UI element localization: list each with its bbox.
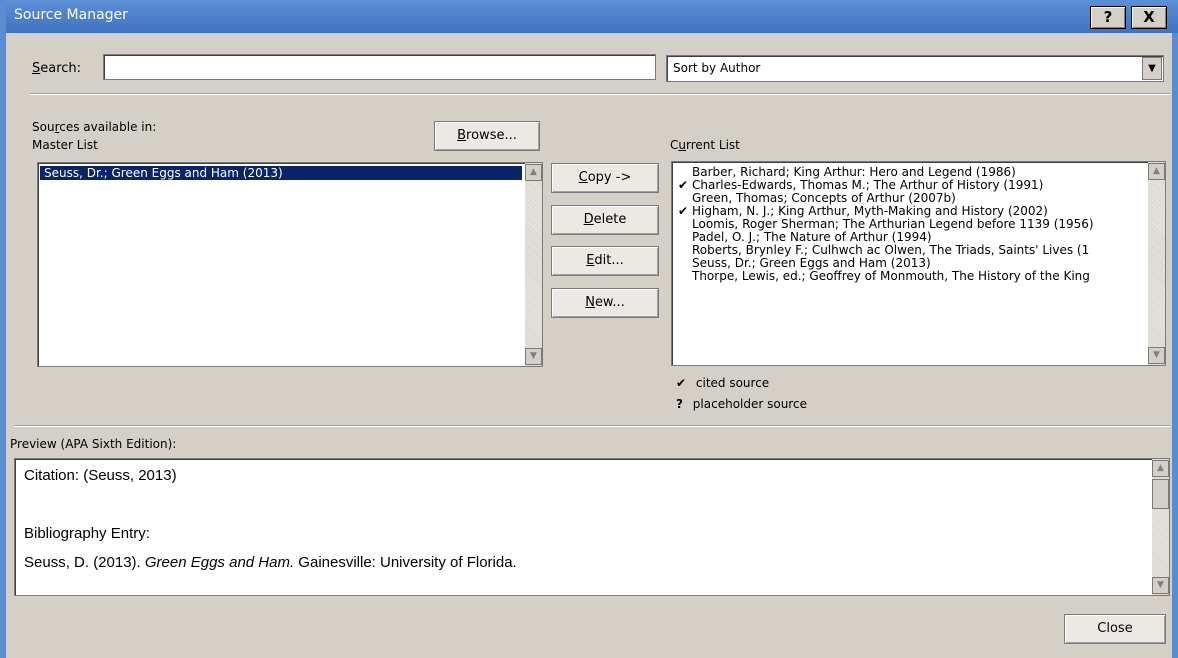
help-button[interactable]: ? bbox=[1090, 6, 1126, 29]
legend-cited: ✔ cited source bbox=[676, 376, 770, 390]
title-bar[interactable]: Source Manager ? X bbox=[6, 0, 1178, 33]
sources-available-label: Sources available in: bbox=[32, 120, 157, 134]
master-list[interactable]: Seuss, Dr.; Green Eggs and Ham (2013) ▲ … bbox=[37, 162, 543, 367]
list-item-label: Higham, N. J.; King Arthur, Myth-Making … bbox=[692, 204, 1048, 218]
close-button[interactable]: Close bbox=[1064, 614, 1166, 644]
current-list-scrollbar[interactable]: ▲ ▼ bbox=[1148, 162, 1165, 365]
edit-button[interactable]: Edit... bbox=[551, 246, 659, 276]
master-list-scrollbar[interactable]: ▲ ▼ bbox=[525, 163, 542, 366]
search-label: Search: bbox=[32, 61, 82, 76]
source-manager-dialog: Source Manager ? X Search: Sort by Autho… bbox=[0, 0, 1178, 658]
preview-citation: Citation: (Seuss, 2013) bbox=[24, 467, 177, 484]
preview-bibliography-entry: Seuss, D. (2013). Green Eggs and Ham. Ga… bbox=[24, 554, 517, 571]
list-item[interactable]: Seuss, Dr.; Green Eggs and Ham (2013) bbox=[39, 165, 523, 181]
current-list-label: Current List bbox=[670, 138, 740, 152]
copy-button[interactable]: Copy -> bbox=[551, 163, 659, 193]
preview-label: Preview (APA Sixth Edition): bbox=[10, 437, 177, 451]
checkmark-icon: ✔ bbox=[678, 204, 689, 218]
list-item-label: Green, Thomas; Concepts of Arthur (2007b… bbox=[692, 191, 956, 205]
scroll-up-icon[interactable]: ▲ bbox=[1152, 460, 1169, 477]
divider bbox=[30, 93, 1170, 95]
preview-scrollbar[interactable]: ▲ ▼ bbox=[1152, 459, 1169, 595]
delete-button[interactable]: Delete bbox=[551, 205, 659, 235]
divider bbox=[14, 425, 1170, 427]
master-list-items: Seuss, Dr.; Green Eggs and Ham (2013) bbox=[39, 165, 523, 181]
list-item-label: Charles-Edwards, Thomas M.; The Arthur o… bbox=[692, 178, 1044, 192]
source-location-label: Master List bbox=[32, 138, 98, 152]
preview-bibliography-heading: Bibliography Entry: bbox=[24, 525, 150, 542]
help-icon: ? bbox=[1103, 8, 1113, 26]
browse-button[interactable]: Browse... bbox=[434, 121, 540, 151]
question-mark-icon: ? bbox=[676, 397, 683, 411]
list-item-label: Roberts, Brynley F.; Culhwch ac Olwen, T… bbox=[692, 243, 1090, 257]
list-item-label: Padel, O. J.; The Nature of Arthur (1994… bbox=[692, 230, 932, 244]
list-item-label: Seuss, Dr.; Green Eggs and Ham (2013) bbox=[692, 256, 931, 270]
scroll-down-icon[interactable]: ▼ bbox=[525, 348, 542, 365]
list-item-label: Thorpe, Lewis, ed.; Geoffrey of Monmouth… bbox=[692, 269, 1090, 283]
current-list-items: Barber, Richard; King Arthur: Hero and L… bbox=[672, 166, 1145, 283]
scroll-thumb[interactable] bbox=[1152, 479, 1169, 509]
list-item[interactable]: Thorpe, Lewis, ed.; Geoffrey of Monmouth… bbox=[672, 270, 1145, 283]
scroll-down-icon[interactable]: ▼ bbox=[1152, 577, 1169, 594]
search-input[interactable] bbox=[103, 54, 656, 80]
close-icon: X bbox=[1143, 8, 1155, 26]
preview-pane[interactable]: Citation: (Seuss, 2013) Bibliography Ent… bbox=[14, 458, 1170, 596]
sort-selected-value: Sort by Author bbox=[673, 61, 761, 75]
sort-dropdown[interactable]: Sort by Author ▼ bbox=[666, 55, 1164, 82]
chevron-down-icon[interactable]: ▼ bbox=[1142, 57, 1162, 80]
scroll-up-icon[interactable]: ▲ bbox=[1148, 163, 1165, 180]
window-title: Source Manager bbox=[14, 7, 128, 23]
list-item-label: Loomis, Roger Sherman; The Arthurian Leg… bbox=[692, 217, 1094, 231]
new-button[interactable]: New... bbox=[551, 288, 659, 318]
checkmark-icon: ✔ bbox=[678, 178, 689, 192]
scroll-up-icon[interactable]: ▲ bbox=[525, 164, 542, 181]
checkmark-icon: ✔ bbox=[676, 376, 687, 390]
legend-placeholder: ? placeholder source bbox=[676, 397, 807, 411]
scroll-down-icon[interactable]: ▼ bbox=[1148, 347, 1165, 364]
close-window-button[interactable]: X bbox=[1131, 6, 1167, 29]
current-list[interactable]: Barber, Richard; King Arthur: Hero and L… bbox=[671, 161, 1166, 366]
